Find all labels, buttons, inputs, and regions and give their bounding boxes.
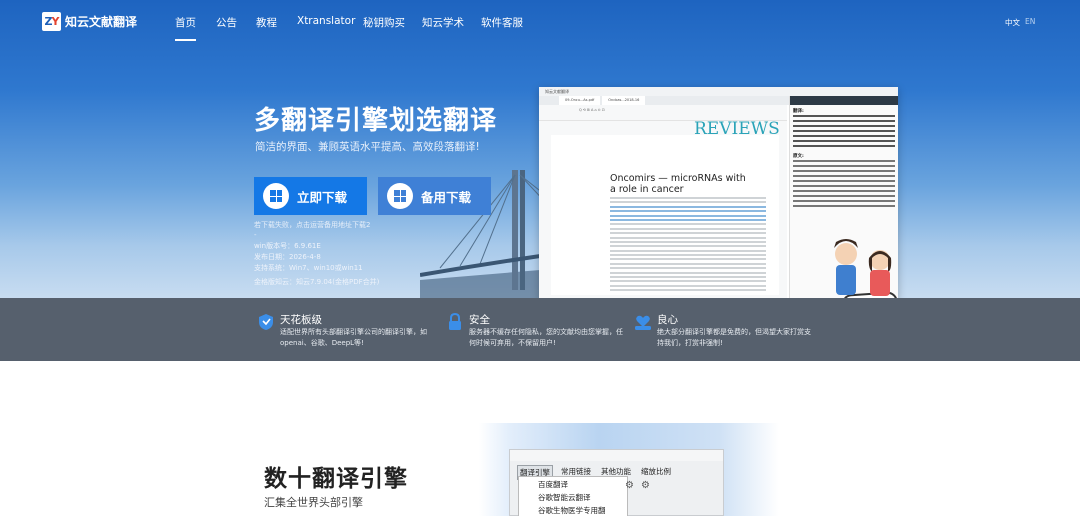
engine-window-titlebar bbox=[510, 450, 723, 461]
mock-window-title: 知云文献翻译 bbox=[539, 87, 898, 96]
feature-desc: 适配世界所有头部翻译引擎公司的翻译引擎，如openai、谷歌、DeepL等! bbox=[280, 328, 427, 347]
download-now-button[interactable]: 立即下载 bbox=[254, 177, 367, 215]
lang-en[interactable]: EN bbox=[1025, 17, 1035, 26]
mock-original-text bbox=[790, 159, 898, 207]
mock-article-text bbox=[610, 197, 766, 294]
mock-translation-toolbar bbox=[790, 96, 898, 105]
nav-key-purchase[interactable]: 秘钥购买 bbox=[363, 15, 405, 30]
engines-section: 数十翻译引擎 汇集全世界头部引擎 翻译引擎 常用链接 其他功能 缩放比例 百度翻… bbox=[0, 361, 1080, 516]
cartoon-kids-illustration bbox=[834, 239, 892, 296]
engines-subtitle: 汇集全世界头部引擎 bbox=[264, 496, 363, 509]
jinge-version[interactable]: 金格版知云：知云7.9.04(金格PDF合并) bbox=[254, 277, 379, 287]
mock-translation-text bbox=[790, 115, 898, 147]
brand-logo[interactable]: ZY 知云文献翻译 bbox=[42, 12, 137, 31]
mock-translate-label: 翻译: bbox=[793, 109, 804, 114]
dropdown-item-baidu[interactable]: 百度翻译 bbox=[519, 477, 627, 490]
feature-title: 天花板级 bbox=[280, 314, 322, 326]
backup-address-link[interactable]: 若下载失败，点击运营备用地址下载2 bbox=[254, 220, 370, 230]
mock-original-label: 原文: bbox=[793, 153, 804, 159]
shield-icon bbox=[259, 314, 273, 330]
windows-icon bbox=[263, 183, 289, 209]
backup-download-button[interactable]: 备用下载 bbox=[378, 177, 491, 215]
nav-tutorials[interactable]: 教程 bbox=[256, 15, 277, 30]
feature-desc: 服务器不缓存任何隐私，您的文献均由您掌握，任何时候可弃用，不保留用户! bbox=[469, 328, 623, 347]
menu-zoom[interactable]: 缩放比例 bbox=[639, 465, 673, 480]
brand-name: 知云文献翻译 bbox=[65, 15, 138, 29]
mock-article-title: Oncomirs — microRNAs with a role in canc… bbox=[610, 173, 746, 195]
supported-systems: 支持系统：Win7、win10或win11 bbox=[254, 264, 363, 272]
heart-hand-icon bbox=[635, 315, 651, 330]
dropdown-item-google-cloud[interactable]: 谷歌智能云翻译 bbox=[519, 490, 627, 503]
gear-icon[interactable]: ⚙ bbox=[625, 480, 634, 491]
gear-icon[interactable]: ⚙ bbox=[641, 480, 650, 491]
engine-dropdown: 百度翻译 谷歌智能云翻译 谷歌生物医学专用翻译 bbox=[518, 476, 628, 516]
engines-title: 数十翻译引擎 bbox=[264, 466, 408, 492]
nav-announcements[interactable]: 公告 bbox=[216, 15, 237, 30]
nav-academic[interactable]: 知云学术 bbox=[422, 15, 464, 30]
hint-dash: - bbox=[254, 231, 257, 239]
feature-title: 良心 bbox=[657, 314, 678, 326]
mock-reviews-heading: REVIEWS bbox=[694, 119, 780, 139]
version-number: win版本号：6.9.61E bbox=[254, 242, 321, 250]
lock-icon bbox=[449, 313, 461, 330]
download-now-label: 立即下载 bbox=[297, 189, 348, 205]
windows-icon bbox=[387, 183, 413, 209]
engine-menu-screenshot: 翻译引擎 常用链接 其他功能 缩放比例 百度翻译 谷歌智能云翻译 谷歌生物医学专… bbox=[509, 449, 724, 516]
feature-title: 安全 bbox=[469, 314, 490, 326]
feature-bar: 天花板级 适配世界所有头部翻译引擎公司的翻译引擎，如openai、谷歌、Deep… bbox=[0, 298, 1080, 361]
nav-xtranslator[interactable]: Xtranslator bbox=[297, 15, 355, 27]
top-nav: ZY 知云文献翻译 首页 公告 教程 Xtranslator 秘钥购买 知云学术… bbox=[0, 0, 1080, 44]
nav-home[interactable]: 首页 bbox=[175, 15, 196, 41]
mock-tab: Oncbas...2018-16 bbox=[602, 96, 646, 105]
nav-support[interactable]: 软件客服 bbox=[481, 15, 523, 30]
hero-subtitle: 简洁的界面、兼顾英语水平提高、高效段落翻译! bbox=[255, 141, 480, 153]
logo-mark: ZY bbox=[42, 12, 61, 31]
feature-desc: 绝大部分翻译引擎都是免费的，但渴望大家打赏支持我们，打赏非强制! bbox=[657, 328, 811, 347]
hero-title: 多翻译引擎划选翻译 bbox=[254, 106, 498, 136]
release-date: 发布日期：2026-4-8 bbox=[254, 253, 321, 261]
backup-download-label: 备用下载 bbox=[421, 189, 472, 205]
dropdown-item-google-biomed[interactable]: 谷歌生物医学专用翻译 bbox=[519, 503, 627, 516]
lang-zh[interactable]: 中文 bbox=[1005, 17, 1020, 28]
mock-tab: 09-Oncu...As.pdf bbox=[559, 96, 601, 105]
